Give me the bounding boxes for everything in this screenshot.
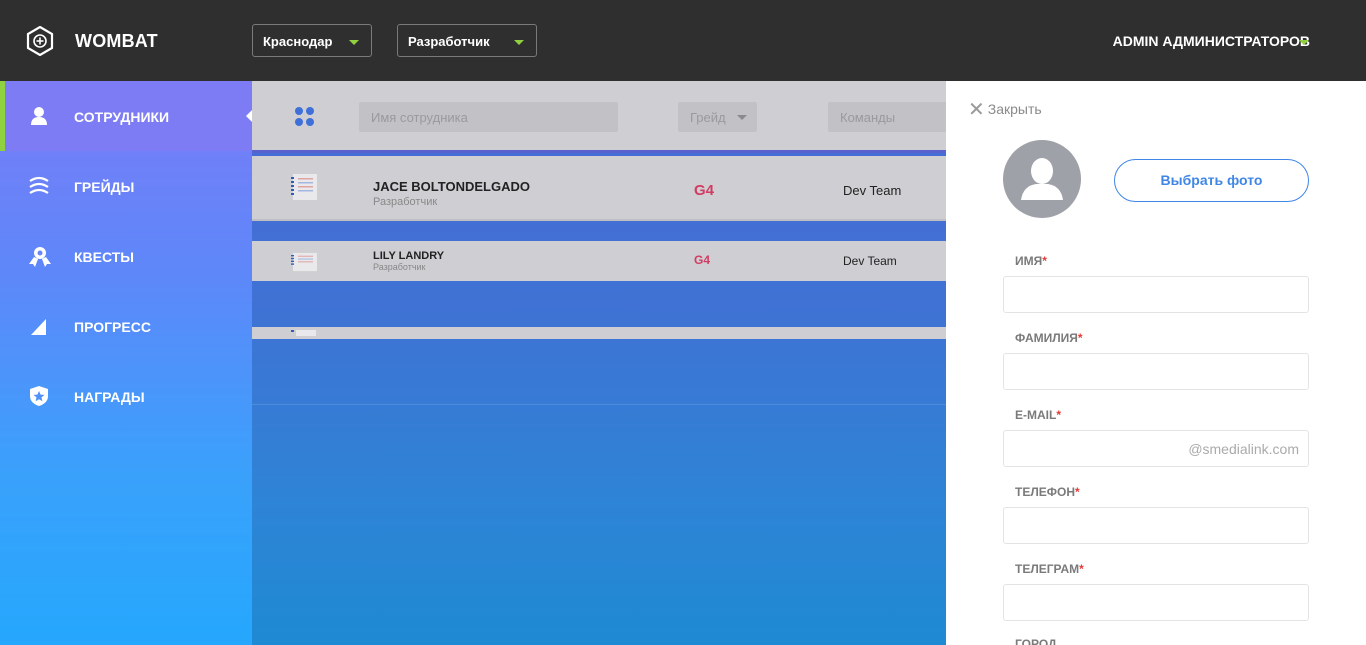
choose-photo-button[interactable]: Выбрать фото xyxy=(1114,159,1309,202)
telegram-label: ТЕЛЕГРАМ* xyxy=(1015,562,1084,576)
award-icon xyxy=(28,245,51,267)
first-name-field[interactable] xyxy=(1003,276,1309,313)
document-icon xyxy=(291,174,317,200)
employee-team: Dev Team xyxy=(843,183,902,198)
chevron-down-icon xyxy=(514,40,524,45)
email-field[interactable] xyxy=(1003,430,1309,467)
user-menu-chevron-icon[interactable] xyxy=(1299,40,1309,45)
sidebar-item-grades[interactable]: ГРЕЙДЫ xyxy=(0,151,252,221)
sidebar-item-employees[interactable]: СОТРУДНИКИ xyxy=(0,81,252,151)
close-icon: ✕ xyxy=(968,99,985,121)
last-name-field[interactable] xyxy=(1003,353,1309,390)
employee-grade: G4 xyxy=(694,182,715,199)
top-bar: WOMBAT Краснодар Разработчик ADMIN АДМИН… xyxy=(0,0,1366,81)
employee-name-filter[interactable]: Имя сотрудника xyxy=(359,102,618,132)
document-icon xyxy=(291,330,316,336)
first-name-label: ИМЯ* xyxy=(1015,254,1047,268)
person-icon xyxy=(28,105,50,127)
sidebar-item-label: ГРЕЙДЫ xyxy=(74,179,135,195)
table-row[interactable]: JACE BOLTONDELGADO Разработчик G4 Dev Te… xyxy=(252,156,946,221)
sidebar-item-progress[interactable]: ПРОГРЕСС xyxy=(0,291,252,361)
employees-list-area: Имя сотрудника Грейд Команды JACE BOLTON… xyxy=(252,81,946,645)
employee-name: JACE BOLTONDELGADO xyxy=(373,179,530,194)
layers-icon xyxy=(28,175,50,197)
logo-icon xyxy=(26,25,54,57)
employee-team: Dev Team xyxy=(843,254,897,268)
divider xyxy=(252,404,946,405)
table-row[interactable]: LILY LANDRY Разработчик G4 Dev Team xyxy=(252,241,946,281)
document-icon xyxy=(291,252,317,272)
user-menu[interactable]: ADMIN АДМИНИСТРАТОРОВ xyxy=(1113,33,1310,49)
chart-icon xyxy=(28,315,50,337)
avatar xyxy=(1003,140,1081,218)
grade-filter-placeholder: Грейд xyxy=(690,110,726,125)
city-select-value: Краснодар xyxy=(263,34,333,49)
phone-label: ТЕЛЕФОН* xyxy=(1015,485,1080,499)
brand-name: WOMBAT xyxy=(75,31,158,51)
employee-form-panel: ✕ Закрыть Выбрать фото ИМЯ* ФАМИЛИЯ* E-MA… xyxy=(946,81,1366,645)
table-row[interactable] xyxy=(252,327,946,339)
employee-grade: G4 xyxy=(694,253,711,267)
role-select-value: Разработчик xyxy=(408,34,490,49)
last-name-label: ФАМИЛИЯ* xyxy=(1015,331,1083,345)
email-label: E-MAIL* xyxy=(1015,408,1061,422)
sidebar-item-label: СОТРУДНИКИ xyxy=(74,109,170,125)
sidebar-item-rewards[interactable]: НАГРАДЫ xyxy=(0,361,252,431)
sidebar-item-label: НАГРАДЫ xyxy=(74,389,145,405)
sidebar-item-quests[interactable]: КВЕСТЫ xyxy=(0,221,252,291)
sidebar: СОТРУДНИКИ ГРЕЙДЫ КВЕСТЫ ПРОГРЕСС НАГРАД… xyxy=(0,81,252,645)
employee-role: Разработчик xyxy=(373,262,426,272)
filter-bar: Имя сотрудника Грейд Команды xyxy=(252,81,946,153)
grid-view-icon[interactable] xyxy=(295,107,317,129)
close-button[interactable]: ✕ Закрыть xyxy=(968,97,1042,122)
team-filter[interactable]: Команды xyxy=(828,102,946,132)
sidebar-item-label: ПРОГРЕСС xyxy=(74,319,151,335)
chevron-down-icon xyxy=(349,40,359,45)
telegram-field[interactable] xyxy=(1003,584,1309,621)
user-silhouette-icon xyxy=(1021,158,1063,200)
role-select[interactable]: Разработчик xyxy=(397,24,537,57)
employee-name: LILY LANDRY xyxy=(373,250,445,262)
sidebar-item-label: КВЕСТЫ xyxy=(74,249,135,265)
phone-field[interactable] xyxy=(1003,507,1309,544)
chevron-down-icon xyxy=(737,115,747,120)
grade-filter[interactable]: Грейд xyxy=(678,102,757,132)
employee-role: Разработчик xyxy=(373,196,438,208)
city-label: ГОРОД xyxy=(1015,637,1057,645)
city-select[interactable]: Краснодар xyxy=(252,24,372,57)
close-label: Закрыть xyxy=(987,101,1042,117)
badge-icon xyxy=(28,385,50,407)
